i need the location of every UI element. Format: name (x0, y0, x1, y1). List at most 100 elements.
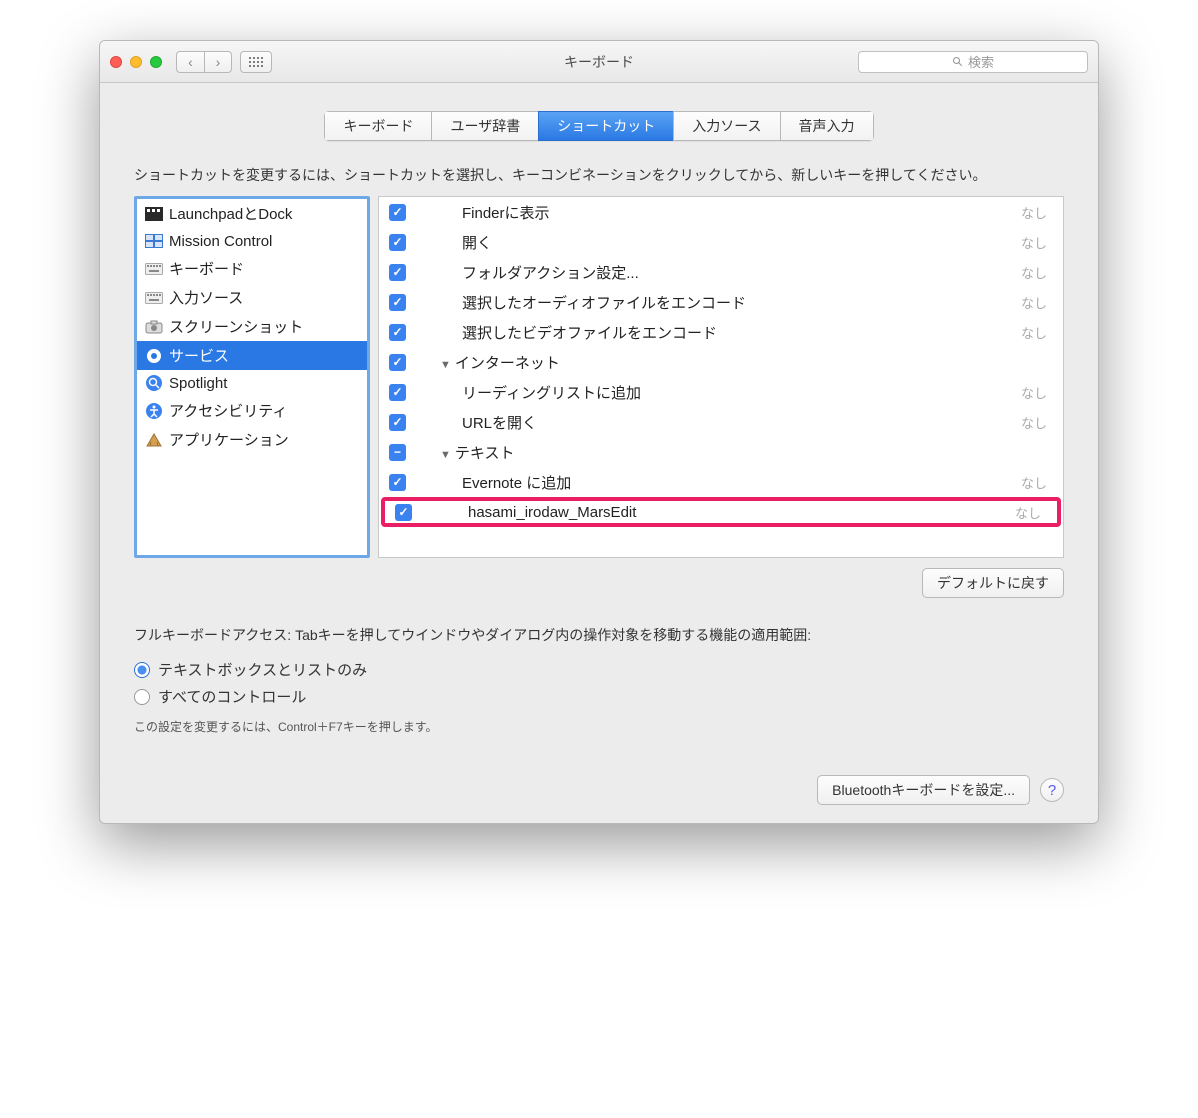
shortcut-value: なし (1021, 383, 1047, 402)
shortcut-row-4[interactable]: 選択したビデオファイルをエンコードなし (379, 317, 1063, 347)
checkbox[interactable] (389, 414, 406, 431)
back-button[interactable]: ‹ (176, 51, 204, 73)
checkbox[interactable] (389, 354, 406, 371)
keyboard-icon (145, 260, 163, 278)
sidebar-item-label: LaunchpadとDock (169, 203, 292, 224)
tab-4[interactable]: 音声入力 (780, 111, 874, 141)
close-button[interactable] (110, 56, 122, 68)
tab-0[interactable]: キーボード (324, 111, 431, 141)
help-button[interactable]: ? (1040, 778, 1064, 802)
keyboard-icon (145, 289, 163, 307)
shortcut-label: Finderに表示 (418, 202, 1021, 223)
checkbox[interactable] (389, 204, 406, 221)
bluetooth-setup-button[interactable]: Bluetoothキーボードを設定... (817, 775, 1030, 805)
shortcut-label: 選択したオーディオファイルをエンコード (418, 292, 1021, 313)
shortcut-row-5[interactable]: ▼インターネット (379, 347, 1063, 377)
sidebar-item-label: サービス (169, 345, 229, 366)
shortcut-value: なし (1015, 503, 1041, 522)
checkbox[interactable] (395, 504, 412, 521)
disclosure-triangle-icon: ▼ (440, 449, 451, 461)
shortcut-row-10[interactable]: hasami_irodaw_MarsEditなし (381, 497, 1061, 527)
shortcut-value: なし (1021, 293, 1047, 312)
checkbox[interactable] (389, 384, 406, 401)
app-icon (145, 431, 163, 449)
sidebar-item-0[interactable]: LaunchpadとDock (137, 199, 367, 228)
shortcut-label: Evernote に追加 (418, 472, 1021, 493)
accessibility-icon (145, 402, 163, 420)
category-sidebar[interactable]: LaunchpadとDock Mission Control キーボード入力ソースス… (134, 196, 370, 558)
titlebar: ‹ › キーボード 検索 (100, 41, 1098, 83)
sidebar-item-label: Spotlight (169, 375, 227, 392)
radio-option-1[interactable]: すべてのコントロール (134, 683, 1064, 710)
sidebar-item-label: キーボード (169, 258, 244, 279)
sidebar-item-3[interactable]: 入力ソース (137, 283, 367, 312)
restore-row: デフォルトに戻す (134, 568, 1064, 598)
traffic-lights (110, 56, 162, 68)
shortcut-value: なし (1021, 413, 1047, 432)
shortcut-row-6[interactable]: リーディングリストに追加なし (379, 377, 1063, 407)
grid-icon (249, 57, 263, 67)
checkbox[interactable] (389, 474, 406, 491)
checkbox[interactable] (389, 294, 406, 311)
minimize-button[interactable] (130, 56, 142, 68)
restore-defaults-button[interactable]: デフォルトに戻す (922, 568, 1064, 598)
radio-button[interactable] (134, 689, 150, 705)
sidebar-item-label: スクリーンショット (169, 316, 303, 337)
shortcut-value: なし (1021, 233, 1047, 252)
sidebar-item-8[interactable]: アプリケーション (137, 425, 367, 454)
checkbox[interactable] (389, 264, 406, 281)
spotlight-icon (145, 374, 163, 392)
show-all-button[interactable] (240, 51, 272, 73)
shortcut-value: なし (1021, 323, 1047, 342)
preferences-window: ‹ › キーボード 検索 キーボードユーザ辞書ショートカット入力ソース音声入力 … (99, 40, 1099, 824)
forward-button[interactable]: › (204, 51, 232, 73)
checkbox[interactable] (389, 234, 406, 251)
nav-buttons: ‹ › (176, 51, 232, 73)
sidebar-item-label: アプリケーション (169, 429, 289, 450)
sidebar-item-label: アクセシビリティ (169, 400, 287, 421)
tab-3[interactable]: 入力ソース (673, 111, 779, 141)
shortcut-row-1[interactable]: 開くなし (379, 227, 1063, 257)
tab-2[interactable]: ショートカット (538, 111, 673, 141)
mission-icon (145, 232, 163, 250)
shortcut-row-8[interactable]: ▼テキスト (379, 437, 1063, 467)
disclosure-triangle-icon: ▼ (440, 359, 451, 371)
screenshot-icon (145, 318, 163, 336)
sidebar-item-6[interactable]: Spotlight (137, 370, 367, 396)
shortcut-label: リーディングリストに追加 (418, 382, 1021, 403)
shortcut-row-7[interactable]: URLを開くなし (379, 407, 1063, 437)
shortcut-label: hasami_irodaw_MarsEdit (424, 504, 1015, 521)
search-field[interactable]: 検索 (858, 51, 1088, 73)
shortcut-row-9[interactable]: Evernote に追加なし (379, 467, 1063, 497)
shortcut-row-0[interactable]: Finderに表示なし (379, 197, 1063, 227)
shortcut-list[interactable]: Finderに表示なし開くなしフォルダアクション設定...なし選択したオーディオ… (378, 196, 1064, 558)
shortcut-value: なし (1021, 263, 1047, 282)
checkbox[interactable] (389, 444, 406, 461)
shortcut-value: なし (1021, 473, 1047, 492)
radio-button[interactable] (134, 662, 150, 678)
search-icon (952, 56, 964, 68)
hint-text: この設定を変更するには、Control＋F7キーを押します。 (134, 718, 1064, 735)
shortcut-value: なし (1021, 203, 1047, 222)
shortcut-label: 開く (418, 232, 1021, 253)
sidebar-item-4[interactable]: スクリーンショット (137, 312, 367, 341)
sidebar-item-label: Mission Control (169, 233, 272, 250)
tab-bar: キーボードユーザ辞書ショートカット入力ソース音声入力 (134, 111, 1064, 141)
sidebar-item-7[interactable]: アクセシビリティ (137, 396, 367, 425)
sidebar-item-5[interactable]: サービス (137, 341, 367, 370)
sidebar-item-1[interactable]: Mission Control (137, 228, 367, 254)
radio-label: すべてのコントロール (158, 686, 306, 707)
checkbox[interactable] (389, 324, 406, 341)
sidebar-item-2[interactable]: キーボード (137, 254, 367, 283)
footer: Bluetoothキーボードを設定... ? (134, 775, 1064, 805)
radio-label: テキストボックスとリストのみ (158, 659, 367, 680)
shortcut-row-3[interactable]: 選択したオーディオファイルをエンコードなし (379, 287, 1063, 317)
shortcut-label: 選択したビデオファイルをエンコード (418, 322, 1021, 343)
shortcut-row-2[interactable]: フォルダアクション設定...なし (379, 257, 1063, 287)
tab-1[interactable]: ユーザ辞書 (431, 111, 538, 141)
radio-group: テキストボックスとリストのみすべてのコントロール (134, 656, 1064, 710)
radio-option-0[interactable]: テキストボックスとリストのみ (134, 656, 1064, 683)
launchpad-icon (145, 205, 163, 223)
zoom-button[interactable] (150, 56, 162, 68)
full-access-text: フルキーボードアクセス: Tabキーを押してウインドウやダイアログ内の操作対象を… (134, 624, 1064, 646)
